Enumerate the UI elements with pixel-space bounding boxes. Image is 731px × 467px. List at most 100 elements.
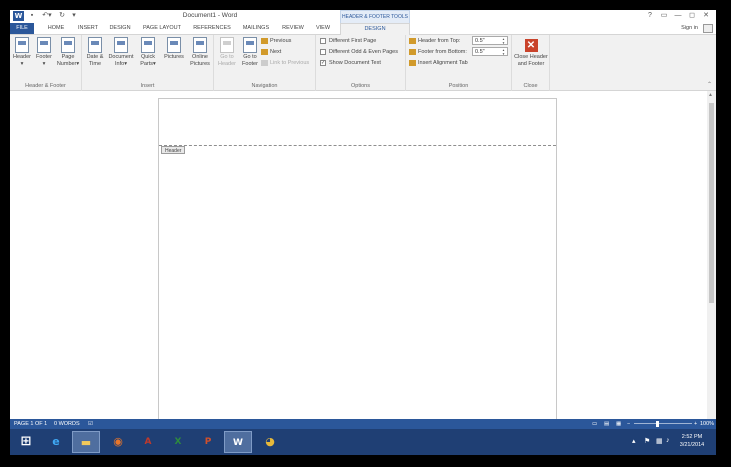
clock-date: 3/21/2014 bbox=[679, 442, 705, 448]
vertical-scrollbar[interactable]: ▲ bbox=[707, 91, 716, 419]
tab-references[interactable]: REFERENCES bbox=[192, 23, 232, 34]
close-header-footer-button[interactable]: ✕ Close Header and Footer bbox=[513, 39, 549, 68]
go-to-header-button[interactable]: Go to Header bbox=[216, 37, 238, 68]
web-layout-icon[interactable]: ▦ bbox=[616, 419, 621, 429]
go-to-footer-button[interactable]: Go to Footer bbox=[239, 37, 261, 68]
footer-from-bottom-label: Footer from Bottom: bbox=[409, 48, 467, 56]
checkbox-unchecked bbox=[320, 48, 326, 55]
calendar-icon bbox=[88, 37, 102, 53]
online-pictures-icon bbox=[193, 37, 207, 53]
header-from-top-input[interactable]: 0.5" bbox=[472, 36, 508, 45]
tab-page-layout[interactable]: PAGE LAYOUT bbox=[140, 23, 184, 34]
quick-parts-button[interactable]: Quick Parts▾ bbox=[137, 37, 159, 68]
date-time-button[interactable]: Date & Time bbox=[84, 37, 106, 68]
redo-icon[interactable]: ↻ bbox=[57, 11, 67, 21]
tab-file[interactable]: FILE bbox=[10, 23, 34, 34]
footer-icon bbox=[37, 37, 51, 53]
link-icon bbox=[261, 59, 268, 66]
word-count[interactable]: 0 WORDS bbox=[54, 419, 80, 429]
flag-icon[interactable]: ⚑ bbox=[644, 437, 650, 445]
link-to-previous-button[interactable]: Link to Previous bbox=[261, 59, 309, 67]
network-icon[interactable]: ▦ bbox=[656, 437, 663, 445]
zoom-slider[interactable] bbox=[634, 423, 692, 424]
word-window: W ▪ ↶▾ ↻ ▾ Document1 - Word HEADER & FOO… bbox=[10, 10, 716, 455]
undo-icon[interactable]: ↶▾ bbox=[40, 11, 54, 21]
header-button[interactable]: Header ▾ bbox=[12, 37, 32, 68]
group-header-footer: Header ▾ Footer ▾ Page Number▾ Header & Fo… bbox=[10, 35, 82, 91]
print-layout-icon[interactable]: ▤ bbox=[604, 419, 609, 429]
group-close: ✕ Close Header and Footer Close bbox=[512, 35, 550, 91]
close-icon[interactable]: ✕ bbox=[700, 11, 712, 21]
group-position: Header from Top: 0.5" Footer from Bottom… bbox=[406, 35, 512, 91]
checkbox-checked: ✓ bbox=[320, 59, 326, 66]
save-icon[interactable]: ▪ bbox=[27, 11, 37, 21]
read-mode-icon[interactable]: ▭ bbox=[592, 419, 597, 429]
tab-view[interactable]: VIEW bbox=[312, 23, 334, 34]
customize-qat-icon[interactable]: ▾ bbox=[70, 11, 78, 21]
avatar[interactable] bbox=[703, 24, 713, 33]
sign-in-link[interactable]: Sign in bbox=[681, 23, 698, 34]
online-pictures-button[interactable]: Online Pictures bbox=[188, 37, 212, 68]
previous-button[interactable]: Previous bbox=[261, 37, 291, 45]
document-info-button[interactable]: Document Info▾ bbox=[107, 37, 135, 68]
tab-review[interactable]: REVIEW bbox=[280, 23, 306, 34]
document-page[interactable]: Header bbox=[158, 98, 557, 438]
tab-insert[interactable]: INSERT bbox=[74, 23, 102, 34]
status-bar: PAGE 1 OF 1 0 WORDS ☑ ▭ ▤ ▦ − + 100% bbox=[10, 419, 716, 429]
zoom-slider-knob[interactable] bbox=[656, 421, 659, 427]
word-taskbar-icon[interactable]: W bbox=[224, 431, 252, 453]
tab-home[interactable]: HOME bbox=[43, 23, 69, 34]
file-explorer-icon[interactable]: ▬ bbox=[72, 431, 100, 453]
group-insert: Date & Time Document Info▾ Quick Parts▾ … bbox=[82, 35, 214, 91]
different-odd-even-checkbox[interactable]: Different Odd & Even Pages bbox=[320, 48, 398, 56]
tray-expand-icon[interactable]: ▴ bbox=[632, 437, 636, 445]
minimize-icon[interactable]: — bbox=[672, 11, 684, 21]
pictures-button[interactable]: Pictures bbox=[162, 37, 186, 61]
alignment-tab-icon bbox=[409, 59, 416, 66]
tab-design-doc[interactable]: DESIGN bbox=[107, 23, 133, 34]
header-from-top-label: Header from Top: bbox=[409, 37, 460, 45]
different-first-page-checkbox[interactable]: Different First Page bbox=[320, 37, 376, 45]
page-number-button[interactable]: Page Number▾ bbox=[56, 37, 80, 68]
insert-alignment-tab-button[interactable]: Insert Alignment Tab bbox=[409, 59, 468, 67]
previous-icon bbox=[261, 37, 268, 44]
zoom-in-icon[interactable]: + bbox=[694, 419, 697, 429]
excel-icon[interactable]: X bbox=[164, 431, 192, 453]
internet-explorer-icon[interactable]: e bbox=[42, 431, 70, 453]
scrollbar-thumb[interactable] bbox=[709, 103, 714, 303]
footer-button[interactable]: Footer ▾ bbox=[34, 37, 54, 68]
collapse-ribbon-icon[interactable]: ⌃ bbox=[707, 81, 712, 88]
go-to-header-icon bbox=[220, 37, 234, 53]
pictures-icon bbox=[167, 37, 181, 53]
maximize-icon[interactable]: ◻ bbox=[686, 11, 698, 21]
volume-icon[interactable]: ♪ bbox=[666, 437, 670, 444]
group-options: Different First Page Different Odd & Eve… bbox=[316, 35, 406, 91]
help-icon[interactable]: ? bbox=[644, 11, 656, 21]
chrome-icon[interactable]: ◕ bbox=[256, 431, 284, 453]
scroll-up-icon[interactable]: ▲ bbox=[708, 92, 713, 98]
powerpoint-icon[interactable]: P bbox=[194, 431, 222, 453]
next-button[interactable]: Next bbox=[261, 48, 281, 56]
proofing-icon[interactable]: ☑ bbox=[88, 419, 93, 429]
page-count[interactable]: PAGE 1 OF 1 bbox=[14, 419, 47, 429]
next-icon bbox=[261, 48, 268, 55]
title-bar: W ▪ ↶▾ ↻ ▾ Document1 - Word HEADER & FOO… bbox=[10, 10, 716, 23]
footer-from-bottom-input[interactable]: 0.5" bbox=[472, 47, 508, 56]
close-icon: ✕ bbox=[524, 39, 538, 52]
access-icon[interactable]: A bbox=[134, 431, 162, 453]
firefox-icon[interactable]: ◉ bbox=[104, 431, 132, 453]
tab-mailings[interactable]: MAILINGS bbox=[240, 23, 272, 34]
windows-start-icon[interactable]: ⊞ bbox=[12, 431, 40, 453]
word-app-icon[interactable]: W bbox=[13, 11, 24, 21]
header-footer-tools-label: HEADER & FOOTER TOOLS bbox=[340, 10, 410, 23]
checkbox-unchecked bbox=[320, 37, 326, 44]
show-document-text-checkbox[interactable]: ✓ Show Document Text bbox=[320, 59, 381, 67]
system-clock[interactable]: 2:52 PM 3/21/2014 bbox=[672, 433, 712, 449]
zoom-level[interactable]: 100% bbox=[700, 419, 714, 429]
tab-design-header-footer[interactable]: DESIGN bbox=[340, 23, 410, 35]
ribbon-display-icon[interactable]: ▭ bbox=[658, 11, 670, 21]
ribbon: Header ▾ Footer ▾ Page Number▾ Header & Fo… bbox=[10, 35, 716, 91]
document-title: Document1 - Word bbox=[182, 12, 238, 19]
group-label-options: Options bbox=[351, 83, 370, 89]
zoom-out-icon[interactable]: − bbox=[627, 419, 630, 429]
